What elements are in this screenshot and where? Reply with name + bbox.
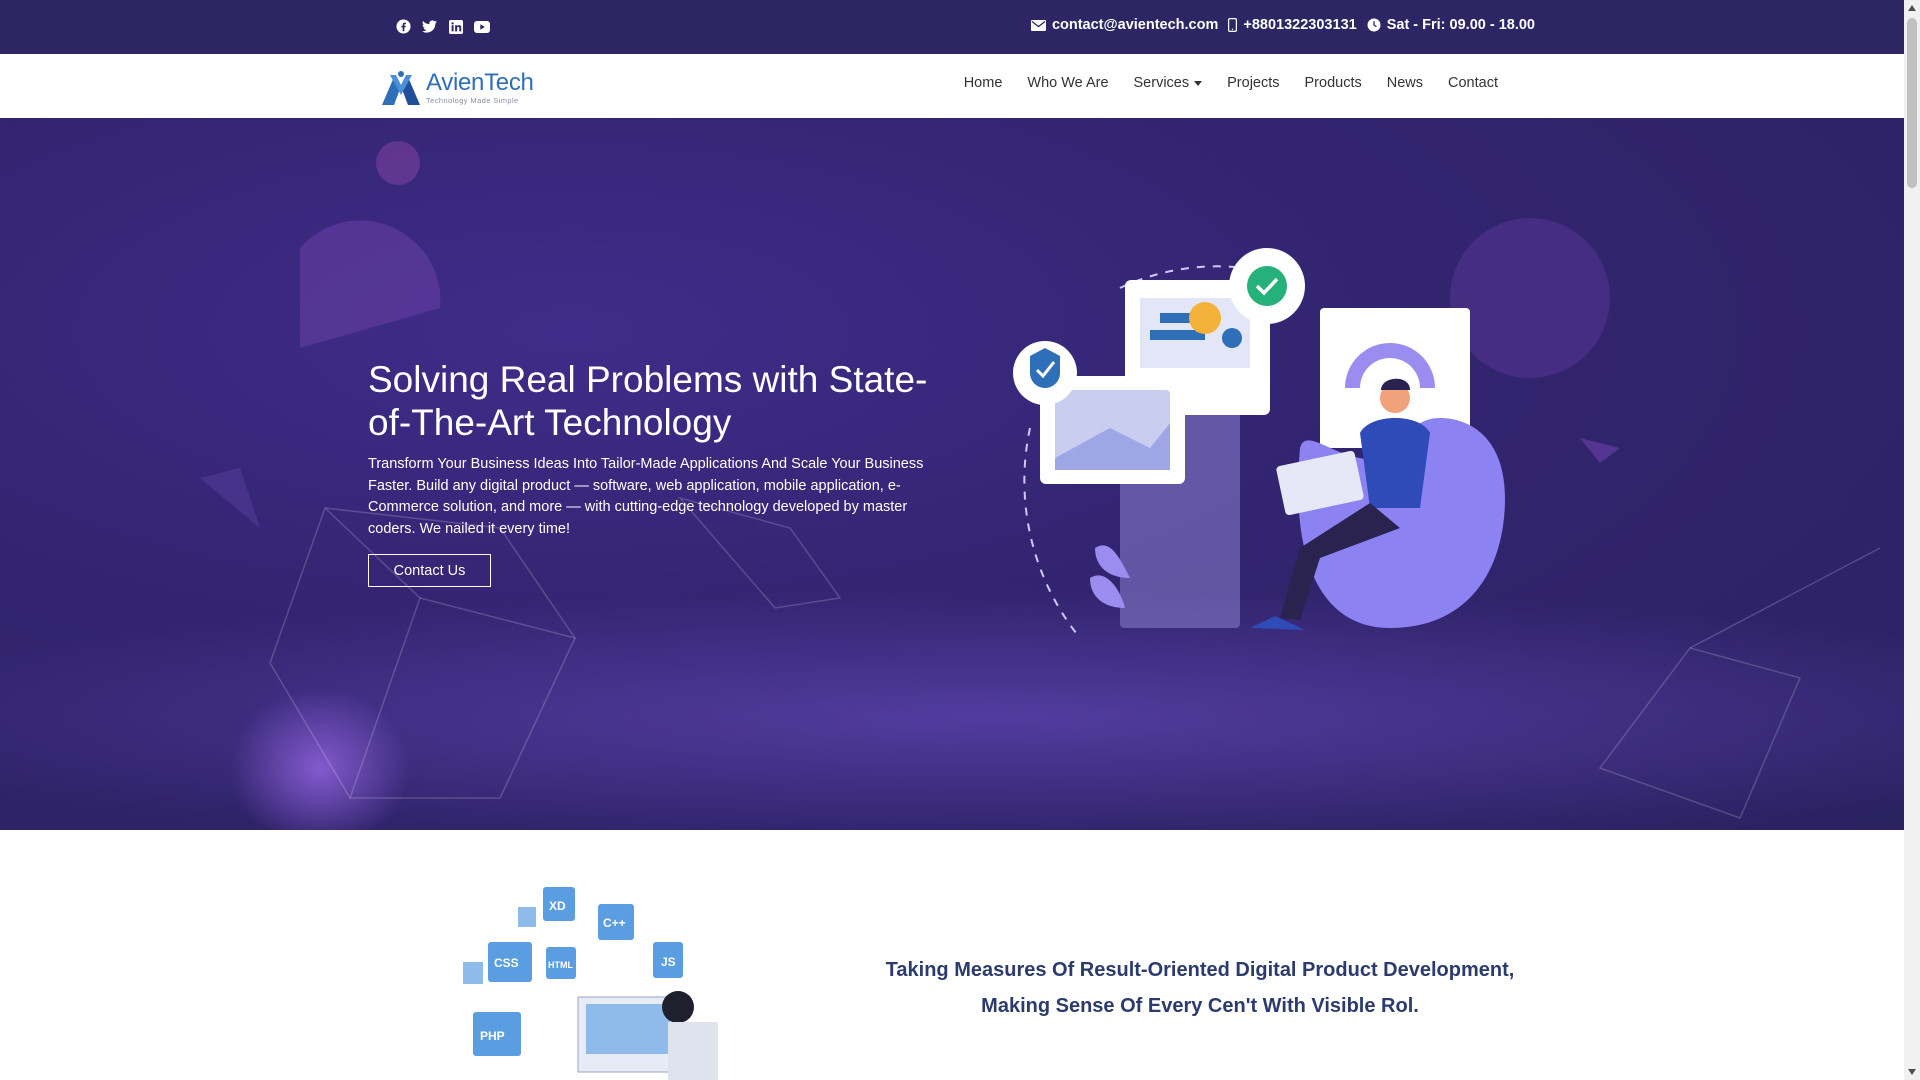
mobile-phone-icon	[1228, 18, 1238, 32]
contact-info: contact@avientech.com +8801322303131 Sat…	[1021, 17, 1535, 33]
envelope-icon	[1030, 19, 1046, 31]
nav-services-label: Services	[1133, 75, 1190, 91]
caret-down-icon	[1194, 80, 1203, 86]
scrollbar-thumb[interactable]	[1907, 18, 1917, 188]
hero-background-shapes	[200, 141, 1881, 830]
youtube-icon[interactable]	[473, 18, 490, 35]
nav-who-we-are[interactable]: Who We Are	[1027, 75, 1108, 91]
facebook-icon[interactable]	[395, 18, 412, 35]
page-scrollbar[interactable]	[1904, 0, 1920, 1080]
hero-title: Solving Real Problems with State-of-The-…	[368, 359, 928, 443]
tile-html: HTML	[548, 960, 573, 970]
top-bar: contact@avientech.com +8801322303131 Sat…	[0, 0, 1904, 54]
nav-services-dropdown[interactable]: Services	[1134, 75, 1203, 91]
linkedin-icon[interactable]	[447, 18, 464, 35]
nav-products[interactable]: Products	[1305, 75, 1362, 91]
hours-item: Sat - Fri: 09.00 - 18.00	[1367, 17, 1535, 33]
hours-text: Sat - Fri: 09.00 - 18.00	[1386, 17, 1535, 33]
scroll-up-arrow-icon[interactable]	[1904, 0, 1920, 16]
nav-news-label: News	[1386, 75, 1424, 91]
navbar: AvienTech Technology Made Simple Home Wh…	[0, 54, 1904, 118]
nav-projects-label: Projects	[1227, 75, 1280, 91]
brand-tagline: Technology Made Simple	[426, 96, 519, 105]
nav-home[interactable]: Home	[964, 75, 1003, 91]
tile-js: JS	[661, 955, 676, 969]
tile-css: CSS	[494, 956, 519, 970]
developer-illustration: XD C++ CSS HTML JS PHP	[463, 887, 718, 1080]
hero-subtitle: Transform Your Business Ideas Into Tailo…	[368, 456, 924, 537]
tile-cpp: C++	[603, 916, 626, 930]
nav-who-we-are-label: Who We Are	[1027, 75, 1109, 91]
email-item[interactable]: contact@avientech.com	[1030, 17, 1219, 33]
hero-illustration	[1013, 248, 1505, 639]
phone-text: +8801322303131	[1243, 17, 1357, 33]
main-nav: Home Who We Are Services Projects Produc…	[939, 75, 1498, 91]
nav-home-label: Home	[963, 75, 1003, 91]
hero-section: Solving Real Problems with State-of-The-…	[0, 118, 1904, 830]
twitter-icon[interactable]	[421, 18, 438, 35]
nav-contact[interactable]: Contact	[1448, 75, 1498, 91]
social-links	[395, 18, 490, 35]
section-heading: Taking Measures Of Result-Oriented Digit…	[885, 959, 1515, 1017]
email-text: contact@avientech.com	[1051, 17, 1219, 33]
brand-logo[interactable]: AvienTech Technology Made Simple	[380, 66, 540, 110]
nav-products-label: Products	[1304, 75, 1362, 91]
contact-us-button[interactable]: Contact Us	[368, 554, 491, 587]
tile-xd: XD	[549, 899, 566, 913]
scroll-down-arrow-icon[interactable]	[1904, 1064, 1920, 1080]
clock-icon	[1367, 18, 1381, 32]
services-intro-section: XD C++ CSS HTML JS PHP Taking Measures O…	[0, 830, 1904, 1080]
nav-projects[interactable]: Projects	[1227, 75, 1279, 91]
tile-php: PHP	[480, 1029, 505, 1043]
phone-item[interactable]: +8801322303131	[1228, 17, 1357, 33]
nav-news[interactable]: News	[1387, 75, 1423, 91]
avientech-logo-mark-icon	[382, 71, 420, 105]
brand-name: AvienTech	[426, 69, 534, 96]
nav-contact-label: Contact	[1448, 75, 1498, 91]
